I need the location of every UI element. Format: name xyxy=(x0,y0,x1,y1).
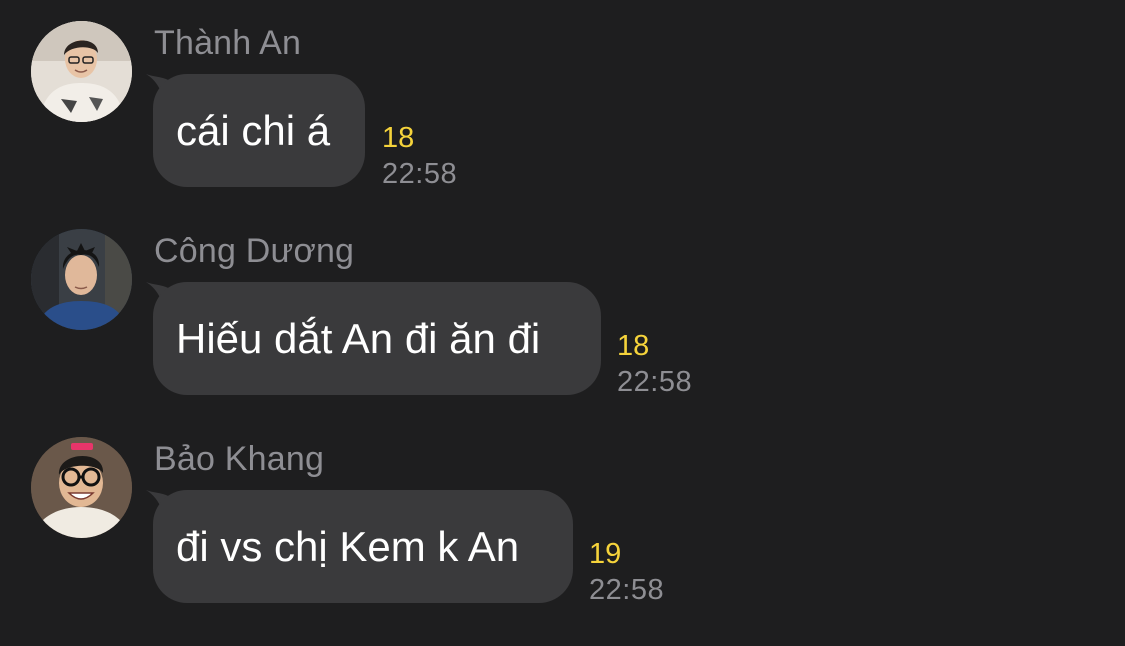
avatar[interactable] xyxy=(31,437,132,538)
message-text: Hiếu dắt An đi ăn đi xyxy=(176,314,541,362)
message-meta: 18 22:58 xyxy=(382,120,457,192)
message-time: 22:58 xyxy=(617,366,693,398)
message-bubble[interactable]: cái chi á xyxy=(153,74,365,187)
avatar[interactable] xyxy=(31,229,132,330)
chat-view[interactable]: Thành An cái chi á 18 22:58 Công Dương H… xyxy=(0,0,1125,646)
reaction-count[interactable]: 18 xyxy=(617,328,692,364)
avatar[interactable] xyxy=(31,21,132,122)
reaction-count[interactable]: 19 xyxy=(589,536,664,572)
message-time: 22:58 xyxy=(589,574,665,606)
sender-name: Công Dương xyxy=(154,232,355,270)
avatar-photo-icon xyxy=(31,437,132,538)
reaction-count[interactable]: 18 xyxy=(382,120,457,156)
message-row: Bảo Khang đi vs chị Kem k An 19 22:58 xyxy=(0,416,1125,624)
message-meta: 18 22:58 xyxy=(617,328,692,400)
sender-name: Thành An xyxy=(154,24,302,62)
message-text: cái chi á xyxy=(176,106,331,154)
sender-name: Bảo Khang xyxy=(154,440,325,478)
avatar-photo-icon xyxy=(31,21,132,122)
message-bubble[interactable]: đi vs chị Kem k An xyxy=(153,490,573,603)
message-text: đi vs chị Kem k An xyxy=(176,522,520,570)
message-meta: 19 22:58 xyxy=(589,536,664,608)
message-row: Thành An cái chi á 18 22:58 xyxy=(0,0,1125,208)
avatar-photo-icon xyxy=(31,229,132,330)
message-bubble[interactable]: Hiếu dắt An đi ăn đi xyxy=(153,282,601,395)
message-row: Công Dương Hiếu dắt An đi ăn đi 18 22:58 xyxy=(0,208,1125,416)
message-time: 22:58 xyxy=(382,158,458,190)
